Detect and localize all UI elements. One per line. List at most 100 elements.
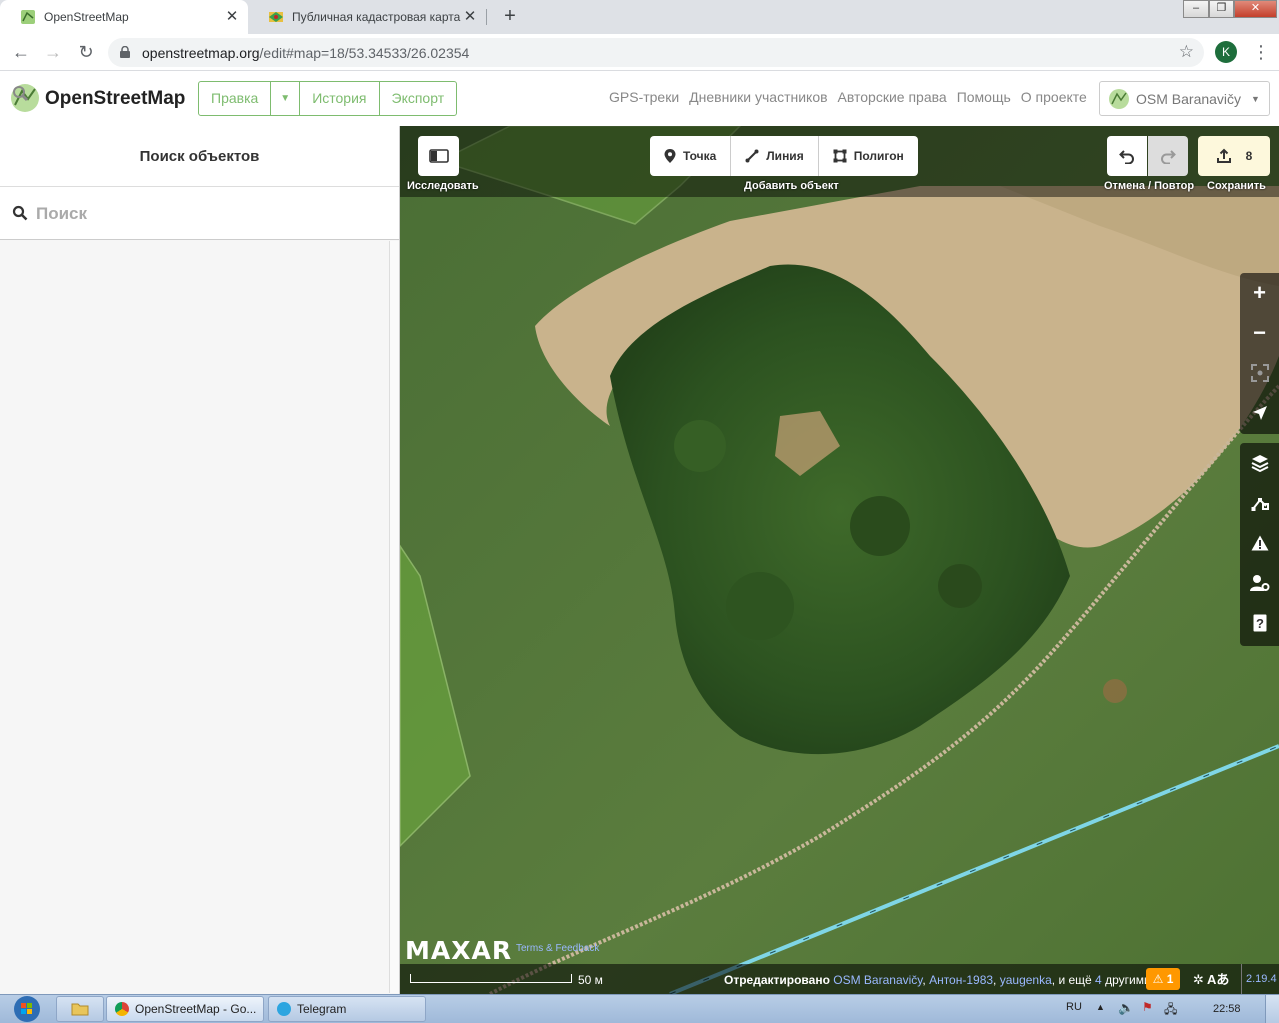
geolocate-button[interactable] — [1240, 393, 1279, 433]
redo-button[interactable] — [1148, 136, 1188, 176]
tab-title: Публичная кадастровая карта — [292, 10, 461, 24]
cadastral-map-icon — [269, 12, 283, 22]
flag-icon[interactable]: ⚑ — [1142, 1000, 1153, 1014]
save-label: Сохранить — [1207, 180, 1266, 192]
lock-icon — [120, 46, 130, 58]
nav-help[interactable]: Помощь — [957, 89, 1011, 105]
pane-controls: ? — [1240, 443, 1279, 646]
user-menu-button[interactable]: OSM Baranavičy ▼ — [1099, 81, 1270, 116]
screen: { "browser": { "tabs": [ {"title": "Open… — [0, 0, 1279, 1023]
undo-button[interactable] — [1107, 136, 1147, 176]
layers-icon — [1251, 455, 1268, 472]
warning-icon: ⚠ — [1152, 972, 1164, 986]
scale-label: 50 м — [578, 973, 603, 987]
osm-brand[interactable]: OpenStreetMap — [45, 88, 185, 110]
imagery-provider-logo: MAXAR — [405, 936, 513, 965]
map-editor[interactable]: Исследовать Точка Линия Полигон Добавить… — [400, 126, 1279, 994]
tab-openstreetmap[interactable]: OpenStreetMap ✕ — [0, 0, 248, 34]
bookmark-star-icon[interactable]: ☆ — [1179, 42, 1194, 62]
close-window-button[interactable]: ✕ — [1234, 0, 1277, 18]
clock[interactable]: 22:58 — [1213, 1003, 1241, 1015]
zoom-controls: + − — [1240, 273, 1279, 434]
add-line-button[interactable]: Линия — [731, 136, 819, 176]
profile-avatar[interactable]: K — [1215, 41, 1237, 63]
issues-badge[interactable]: ⚠ 1 — [1146, 968, 1180, 990]
attribution-user-link[interactable]: OSM Baranavičy — [833, 973, 922, 987]
add-feature-label: Добавить объект — [744, 180, 839, 192]
bug-icon[interactable]: ✲ — [1193, 972, 1204, 987]
osm-logo-icon[interactable] — [10, 83, 40, 113]
user-name: OSM Baranavičy — [1136, 90, 1242, 107]
language-indicator[interactable]: RU — [1066, 1001, 1082, 1013]
edit-dropdown-caret-icon[interactable]: ▼ — [271, 82, 301, 115]
reload-button[interactable]: ↻ — [74, 40, 98, 64]
browser-toolbar: ← → ↻ openstreetmap.org/edit#map=18/53.3… — [0, 34, 1279, 71]
volume-icon[interactable]: 🔈 — [1118, 1000, 1134, 1016]
save-count: 8 — [1245, 149, 1253, 163]
forward-button[interactable]: → — [41, 40, 65, 64]
add-point-button[interactable]: Точка — [650, 136, 732, 176]
show-desktop-button[interactable] — [1265, 995, 1279, 1023]
minimize-button[interactable]: – — [1183, 0, 1209, 18]
map-footer: 50 м Отредактировано OSM Baranavičy, Ант… — [400, 964, 1279, 994]
save-button[interactable]: 8 — [1198, 136, 1270, 176]
osm-header: OpenStreetMap Правка ▼ История Экспорт G… — [0, 71, 1279, 126]
scale-bar[interactable] — [410, 974, 572, 983]
line-icon — [745, 149, 759, 163]
edit-button[interactable]: Правка — [199, 82, 272, 115]
network-icon[interactable]: 🖧 — [1164, 1000, 1177, 1021]
close-icon[interactable]: ✕ — [462, 9, 478, 25]
preferences-pane-button[interactable] — [1240, 563, 1279, 603]
help-pane-button[interactable]: ? — [1240, 603, 1279, 643]
address-bar[interactable]: openstreetmap.org/edit#map=18/53.34533/2… — [108, 38, 1204, 67]
map-data-pane-button[interactable] — [1240, 483, 1279, 523]
background-pane-button[interactable] — [1240, 443, 1279, 483]
folder-icon — [71, 1003, 89, 1016]
tab-title: OpenStreetMap — [44, 10, 129, 24]
close-icon[interactable]: ✕ — [224, 9, 240, 25]
zoom-to-selection-button[interactable] — [1240, 353, 1279, 393]
attribution-user-link[interactable]: Антон-1983 — [929, 973, 993, 987]
nav-user-diaries[interactable]: Дневники участников — [689, 89, 827, 105]
issues-pane-button[interactable] — [1240, 523, 1279, 563]
help-icon: ? — [1253, 614, 1266, 632]
show-hidden-icons[interactable]: ▲ — [1096, 1002, 1105, 1012]
imagery-terms-link[interactable]: Terms & Feedback — [516, 943, 599, 954]
search-icon — [12, 205, 28, 221]
zoom-out-button[interactable]: − — [1240, 313, 1279, 353]
edit-attribution: Отредактировано OSM Baranavičy, Антон-19… — [724, 973, 1151, 987]
maximize-button[interactable]: ❐ — [1209, 0, 1234, 18]
language-switch[interactable]: Aあ — [1207, 972, 1229, 987]
zoom-in-button[interactable]: + — [1240, 273, 1279, 313]
search-row — [0, 187, 399, 240]
issues-count: 1 — [1166, 972, 1174, 986]
debug-and-locale-controls[interactable]: ✲ Aあ — [1193, 969, 1229, 988]
sidebar-title: Поиск объектов — [0, 126, 399, 187]
version-label[interactable]: 2.19.4 — [1241, 964, 1277, 994]
add-area-button[interactable]: Полигон — [819, 136, 918, 176]
browser-menu-icon[interactable]: ⋮ — [1252, 38, 1270, 66]
nav-about[interactable]: О проекте — [1021, 89, 1087, 105]
explore-label: Исследовать — [407, 180, 479, 192]
nav-copyright[interactable]: Авторские права — [838, 89, 947, 105]
attribution-more-count[interactable]: 4 — [1095, 973, 1102, 987]
windows-start-icon[interactable] — [8, 995, 46, 1023]
new-tab-button[interactable]: + — [498, 5, 522, 29]
taskbar-explorer[interactable] — [56, 996, 104, 1022]
sidebar-toggle-button[interactable] — [418, 136, 459, 176]
search-input[interactable] — [36, 197, 376, 231]
chrome-icon — [115, 1002, 129, 1016]
export-button[interactable]: Экспорт — [380, 82, 457, 115]
nav-gps-traces[interactable]: GPS-треки — [609, 89, 679, 105]
tab-cadastral-map[interactable]: Публичная кадастровая карта ✕ — [248, 0, 486, 34]
taskbar-chrome[interactable]: OpenStreetMap - Go... — [106, 996, 264, 1022]
taskbar-telegram[interactable]: Telegram — [268, 996, 426, 1022]
sidebar-scrollbar[interactable] — [389, 241, 399, 993]
add-feature-group: Точка Линия Полигон — [650, 136, 918, 176]
area-icon — [833, 149, 847, 163]
attribution-user-link[interactable]: yaugenka — [1000, 973, 1052, 987]
taskbar-item-label: OpenStreetMap - Go... — [135, 1002, 257, 1016]
history-button[interactable]: История — [300, 82, 380, 115]
back-button[interactable]: ← — [9, 40, 33, 64]
add-point-label: Точка — [683, 149, 717, 163]
